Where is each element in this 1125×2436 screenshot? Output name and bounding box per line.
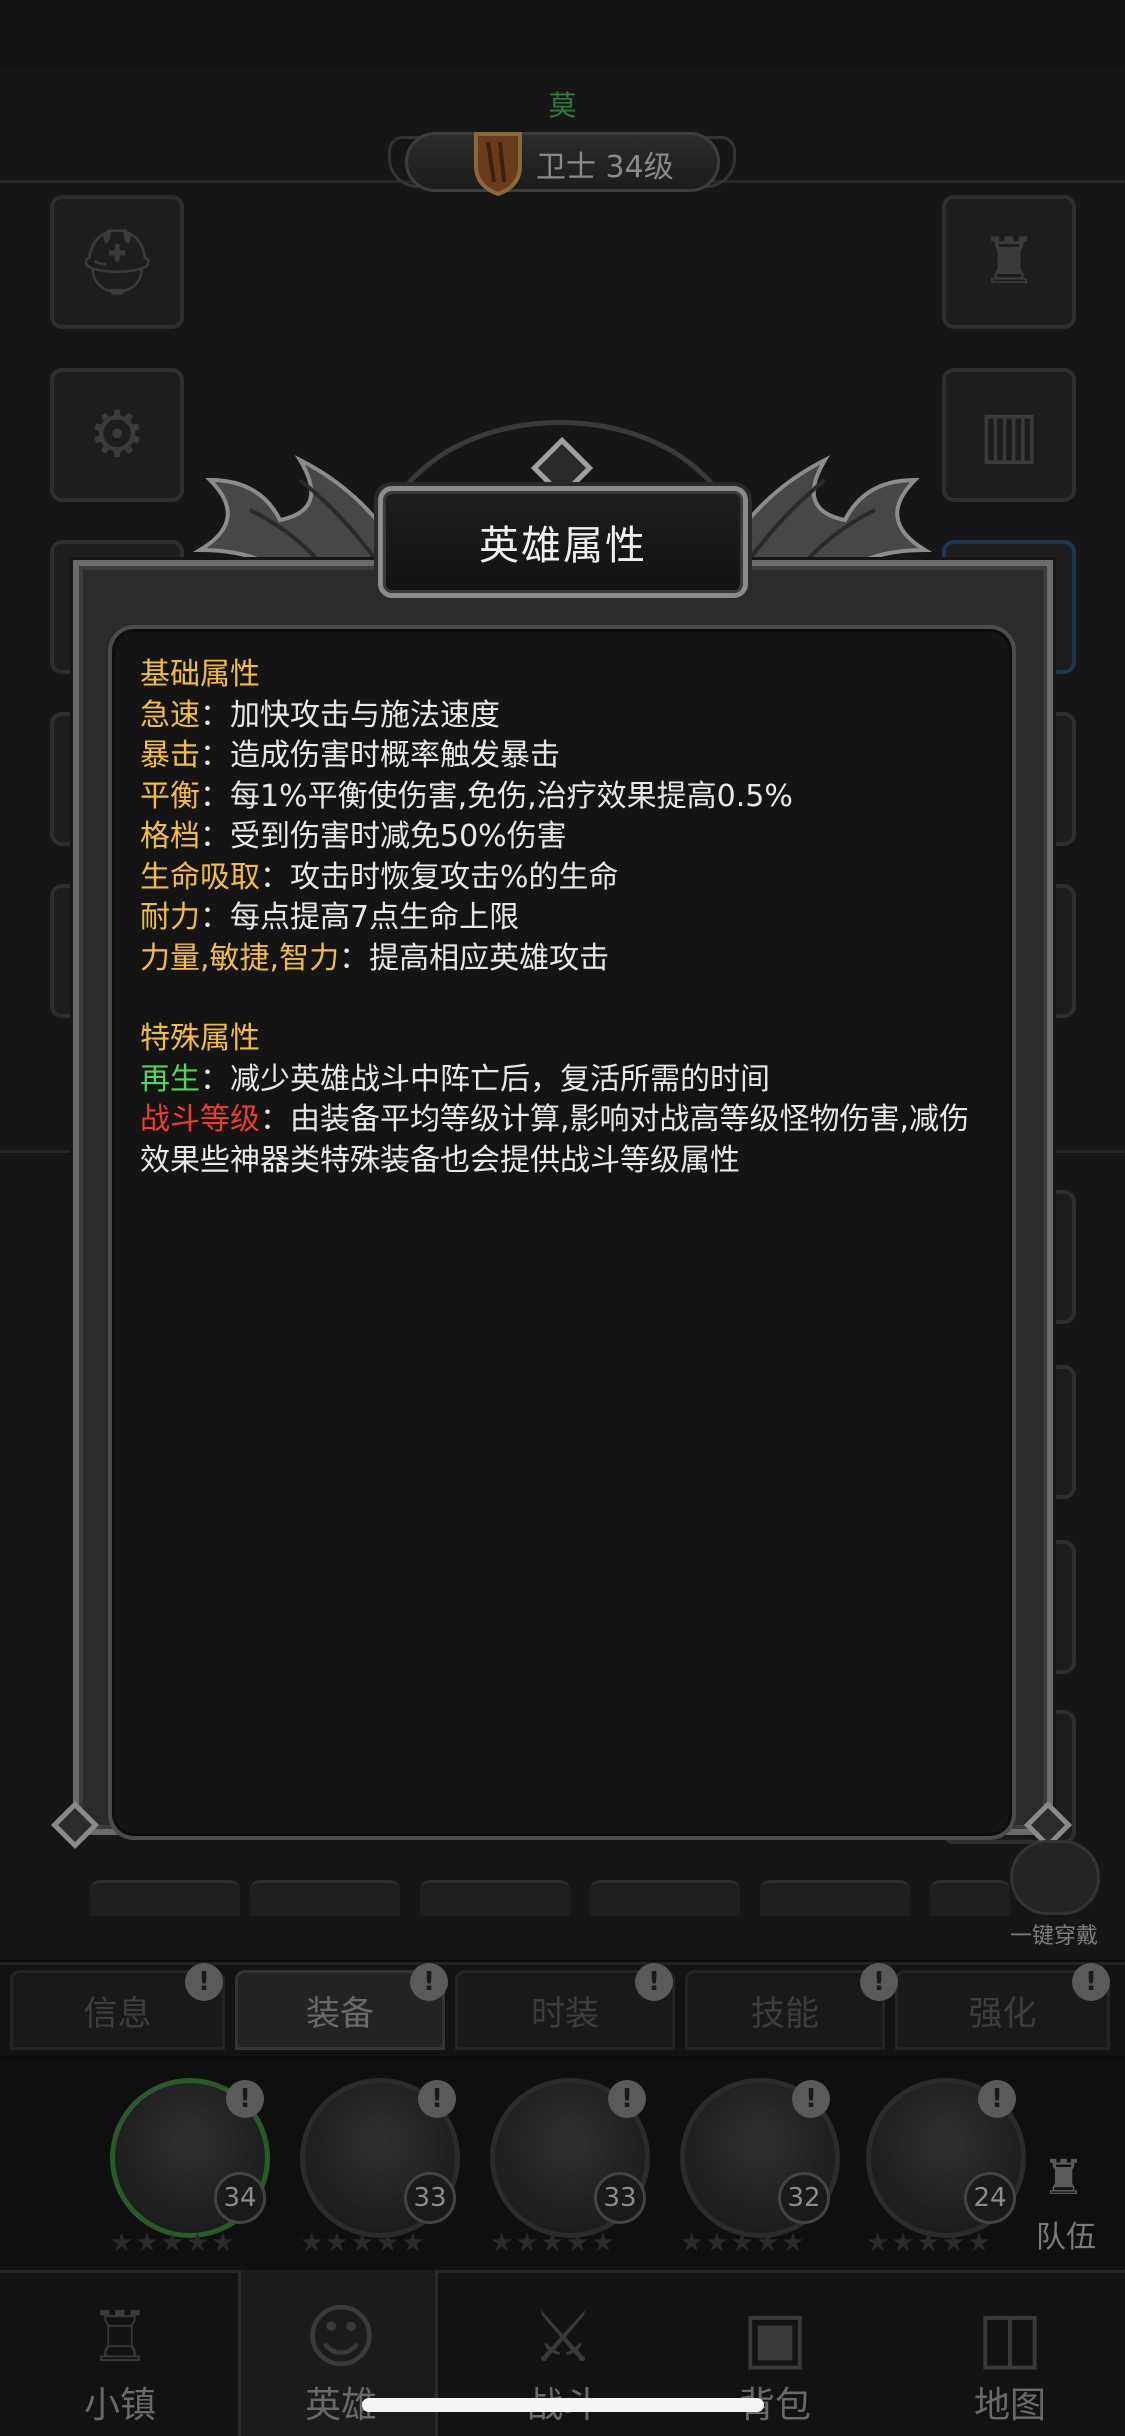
- hero-level-badge: 33: [404, 2172, 456, 2224]
- attribute-stamina: 耐力：每点提高7点生命上限: [140, 898, 990, 939]
- alert-icon: !: [860, 1963, 898, 2001]
- attribute-desc: ：每点提高7点生命上限: [200, 900, 520, 935]
- alert-icon: !: [226, 2080, 264, 2118]
- nav-label: 小镇: [83, 2385, 156, 2426]
- attribute-key: 暴击: [140, 738, 200, 773]
- attribute-key: 格档: [140, 819, 200, 854]
- helmet-slot[interactable]: ⛑: [50, 195, 184, 329]
- alert-icon: !: [418, 2080, 456, 2118]
- attribute-block: 格档：受到伤害时减免50%伤害: [140, 817, 990, 858]
- basic-attributes-heading: 基础属性: [140, 657, 260, 692]
- attribute-key: 急速: [140, 697, 200, 733]
- nav-town[interactable]: ♖ 小镇: [20, 2270, 220, 2436]
- alert-icon: !: [635, 1963, 673, 2001]
- nav-label: 地图: [973, 2385, 1046, 2426]
- attribute-balance: 平衡：每1%平衡使伤害,免伤,治疗效果提高0.5%: [140, 777, 990, 818]
- class-level-label: 卫士 34级: [536, 150, 674, 185]
- attribute-desc: ：造成伤害时概率触发暴击: [200, 738, 560, 773]
- dialog-title-plate: 英雄属性: [378, 486, 748, 598]
- attribute-desc: ：每1%平衡使伤害,免伤,治疗效果提高0.5%: [200, 778, 793, 814]
- chess-piece-icon: ♜: [1042, 2150, 1086, 2206]
- status-bar-area: [0, 0, 1125, 70]
- attribute-combat-level: 战斗等级：由装备平均等级计算,影响对战高等级怪物伤害,减伤效果些神器类特殊装备也…: [140, 1100, 990, 1181]
- nav-map[interactable]: ◫ 地图: [910, 2270, 1110, 2436]
- helmet-icon: ⛑: [76, 225, 158, 300]
- attribute-regen: 再生：减少英雄战斗中阵亡后，复活所需的时间: [140, 1060, 990, 1101]
- attribute-key: 战斗等级: [140, 1102, 260, 1137]
- hero-face-icon: ☺: [304, 2296, 378, 2378]
- attribute-key: 耐力: [140, 900, 200, 935]
- armor-icon: ♜: [980, 225, 1038, 299]
- home-indicator[interactable]: [362, 2398, 764, 2412]
- castle-icon: ♖: [88, 2296, 152, 2378]
- hero-level-badge: 32: [778, 2172, 830, 2224]
- alert-icon: !: [1072, 1963, 1110, 2001]
- shield-class-icon: [474, 132, 522, 197]
- attribute-crit: 暴击：造成伤害时概率触发暴击: [140, 736, 990, 777]
- hero-stars: ★★★★★: [490, 2228, 617, 2258]
- alert-icon: !: [608, 2080, 646, 2118]
- attribute-haste: 急速：加快攻击与施法速度: [140, 696, 990, 737]
- team-label: 队伍: [1036, 2220, 1096, 2255]
- attribute-primary-stats: 力量,敏捷,智力：提高相应英雄攻击: [140, 939, 990, 980]
- attribute-key: 平衡: [140, 778, 200, 814]
- alert-icon: !: [185, 1963, 223, 2001]
- special-attributes-heading: 特殊属性: [140, 1021, 260, 1056]
- armor-slot[interactable]: ♜: [942, 195, 1076, 329]
- pants-icon: ▥: [978, 398, 1040, 472]
- attribute-desc: ：提高相应英雄攻击: [339, 940, 610, 976]
- hero-name: 莫: [548, 89, 577, 122]
- hero-stars: ★★★★★: [300, 2228, 427, 2258]
- crossed-swords-icon: ⚔: [531, 2296, 595, 2378]
- alert-icon: !: [792, 2080, 830, 2118]
- dialog-title: 英雄属性: [479, 523, 647, 569]
- gear-strip: [90, 1880, 1050, 1916]
- attribute-lifesteal: 生命吸取：攻击时恢复攻击%的生命: [140, 858, 990, 899]
- map-icon: ◫: [976, 2296, 1044, 2378]
- flail-icon: ⚙: [88, 398, 146, 472]
- hero-stars: ★★★★★: [866, 2228, 993, 2258]
- hero-level-badge: 24: [964, 2172, 1016, 2224]
- one-key-equip-button[interactable]: [1010, 1840, 1100, 1915]
- attributes-text: 基础属性 急速：加快攻击与施法速度 暴击：造成伤害时概率触发暴击 平衡：每1%平…: [140, 655, 990, 1181]
- tab-skills[interactable]: 技能: [685, 1970, 885, 2050]
- hero-level-badge: 34: [214, 2172, 266, 2224]
- alert-icon: !: [978, 2080, 1016, 2118]
- weapon-slot[interactable]: ⚙: [50, 368, 184, 502]
- team-button[interactable]: ♜ 队伍: [1028, 2150, 1108, 2255]
- attribute-desc: ：受到伤害时减免50%伤害: [200, 819, 567, 854]
- attribute-key: 生命吸取: [140, 859, 260, 895]
- one-key-equip-label: 一键穿戴: [1010, 1924, 1099, 1949]
- attribute-desc: ：攻击时恢复攻击%的生命: [260, 859, 619, 895]
- attribute-desc: ：由装备平均等级计算,影响对战高等级怪物伤害,减伤效果些神器类特殊装备也会提供战…: [140, 1102, 970, 1178]
- backpack-icon: ▣: [741, 2296, 809, 2378]
- attribute-desc: ：减少英雄战斗中阵亡后，复活所需的时间: [200, 1061, 770, 1097]
- hero-level-badge: 33: [594, 2172, 646, 2224]
- attribute-desc: ：加快攻击与施法速度: [200, 697, 500, 733]
- alert-icon: !: [410, 1963, 448, 2001]
- attribute-key: 再生: [140, 1061, 200, 1097]
- pants-slot[interactable]: ▥: [942, 368, 1076, 502]
- attribute-key: 力量,敏捷,智力: [140, 940, 340, 976]
- hero-stars: ★★★★★: [680, 2228, 807, 2258]
- hero-stars: ★★★★★: [110, 2228, 237, 2258]
